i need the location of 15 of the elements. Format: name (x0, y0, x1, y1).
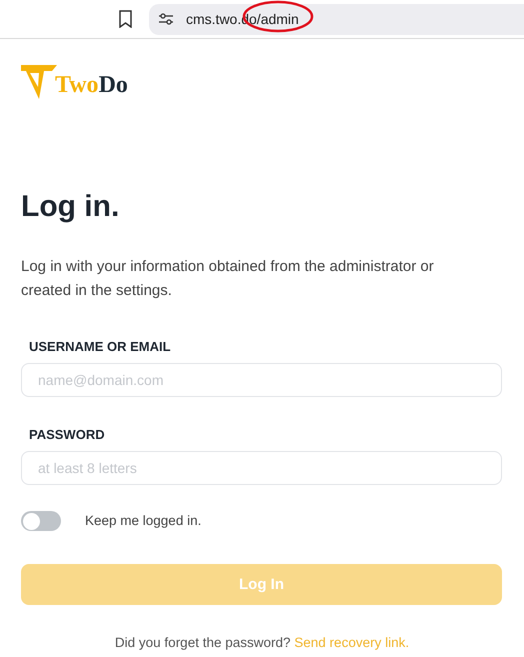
field-label: USERNAME OR EMAIL (29, 339, 172, 355)
input-field[interactable]: name@domain.com (21, 363, 502, 397)
intro-text: Log in with your information obtained from the administrator or created in the settings. (21, 257, 435, 301)
settings-icon[interactable] (159, 13, 173, 25)
remember-label: Keep me logged in. (85, 512, 202, 530)
bookmark-icon[interactable] (118, 10, 133, 28)
logo-text: Do (98, 72, 128, 98)
toggle-switch[interactable] (21, 511, 61, 532)
logo-icon (21, 65, 57, 99)
input-field[interactable]: at least 8 letters (21, 451, 502, 485)
field-label: PASSWORD (29, 427, 106, 443)
logo-text: Two (55, 72, 99, 98)
recovery-text: Did you forget the password? Send recovery link. (114, 634, 410, 652)
recovery-link[interactable]: Send recovery link. (294, 635, 410, 650)
page-title: Log in. (21, 189, 120, 225)
